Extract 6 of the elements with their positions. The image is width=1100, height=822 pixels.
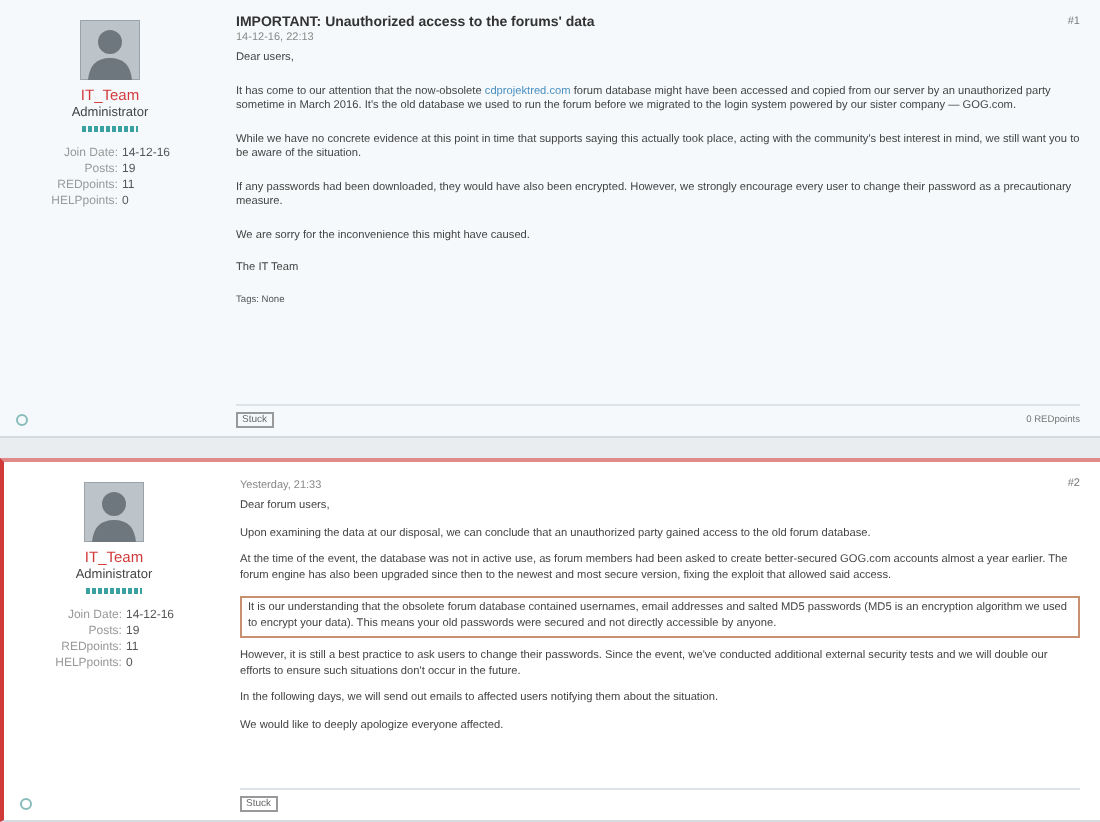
reputation-bar xyxy=(86,588,142,594)
status-dot xyxy=(20,798,32,810)
status-dot xyxy=(16,414,28,426)
avatar-icon xyxy=(80,20,140,80)
reputation-bar xyxy=(82,126,138,132)
avatar-icon xyxy=(84,482,144,542)
